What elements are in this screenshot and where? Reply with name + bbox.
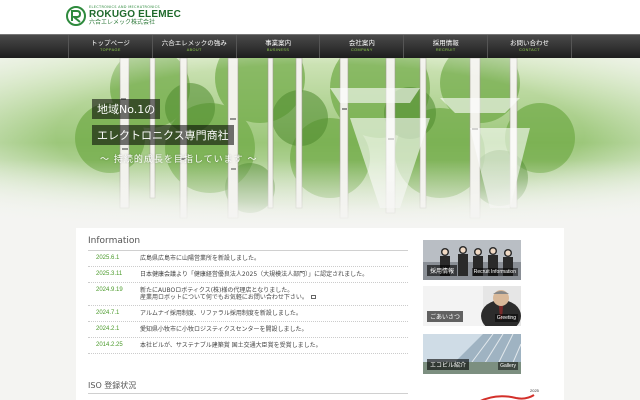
nav-sublabel: CONTACT	[519, 48, 540, 52]
logo-japanese-name: 六合エレメック株式会社	[89, 18, 156, 26]
main-nav: トップページ TOPPAGE 六合エレメックの強み ABOUT 事業案内 BUS…	[0, 34, 640, 58]
nav-label: 六合エレメックの強み	[161, 39, 227, 47]
nav-item-recruit[interactable]: 採用情報 RECRUIT	[403, 35, 487, 58]
greeting-banner[interactable]: ごあいさつ Greeting	[423, 286, 521, 326]
nav-label: お問い合わせ	[510, 39, 550, 47]
nav-sublabel: BUSINESS	[266, 48, 290, 52]
banner-sublabel: Gallery	[498, 362, 518, 370]
nav-sublabel: ABOUT	[186, 48, 202, 52]
information-title: Information	[88, 236, 408, 251]
news-text: 愛知県小牧市に小牧ロジスティクスセンターを開設しました。	[140, 326, 308, 333]
hero-banner: 地域No.1の エレクトロニクス専門商社 〜 持続的成長を目指しています 〜	[0, 58, 640, 228]
banner-label: 採用情報	[427, 265, 458, 276]
nav-item-contact[interactable]: お問い合わせ CONTACT	[487, 35, 572, 58]
banner-sublabel: Recruit Information	[471, 268, 518, 276]
news-text: 日本健康会議より「健康経営優良法人2025（大規模法人部門）」に認定されました。	[140, 271, 369, 278]
external-link-icon	[310, 295, 316, 299]
iso-divider	[88, 393, 408, 394]
company-logo[interactable]: ELECTRONICS AND MECHATRONICS ROKUGO ELEM…	[66, 6, 181, 26]
site-header: ELECTRONICS AND MECHATRONICS ROKUGO ELEM…	[0, 0, 640, 34]
news-item[interactable]: 2024.7.1 アルムナイ採用制度、リファラル採用制度を新設しました。	[88, 306, 408, 322]
news-text: 新たにAUBOロボティクス(株)様の代理店となりました。	[140, 287, 294, 294]
eco-building-banner[interactable]: エコビル紹介 Gallery	[423, 334, 521, 374]
news-item[interactable]: 2024.2.1 愛知県小牧市に小牧ロジスティクスセンターを開設しました。	[88, 322, 408, 338]
hero-headline-line2: エレクトロニクス専門商社	[92, 125, 234, 145]
news-item[interactable]: 2025.3.11 日本健康会議より「健康経営優良法人2025（大規模法人部門）…	[88, 267, 408, 283]
hero-subtitle: 〜 持続的成長を目指しています 〜	[100, 155, 258, 165]
hero-headline-line1: 地域No.1の	[92, 99, 161, 119]
logo-mark-icon	[66, 6, 86, 26]
news-text-block: 新たにAUBOロボティクス(株)様の代理店となりました。 産業用ロボットについて…	[140, 287, 316, 301]
iso-section-title: ISO 登録状況	[88, 381, 137, 390]
nav-item-about[interactable]: 六合エレメックの強み ABOUT	[151, 35, 236, 58]
nav-item-top[interactable]: トップページ TOPPAGE	[68, 35, 152, 58]
banner-label: ごあいさつ	[427, 311, 464, 322]
banner-sublabel: Greeting	[494, 314, 518, 322]
nav-label: トップページ	[90, 39, 130, 47]
news-item[interactable]: 2014.2.25 本社ビルが、サステナブル建築賞 国土交通大臣賞を受賞しました…	[88, 338, 408, 354]
news-text: アルムナイ採用制度、リファラル採用制度を新設しました。	[140, 310, 302, 317]
nav-label: 事業案内	[265, 39, 292, 47]
health-award-logo: 2025	[476, 388, 539, 400]
nav-sublabel: COMPANY	[351, 48, 373, 52]
nav-label: 会社案内	[348, 39, 375, 47]
award-year: 2025	[530, 388, 539, 393]
news-date: 2025.3.11	[96, 271, 123, 277]
nav-item-company[interactable]: 会社案内 COMPANY	[319, 35, 403, 58]
nav-sublabel: RECRUIT	[435, 48, 456, 52]
nav-label: 採用情報	[432, 39, 459, 47]
news-text: 本社ビルが、サステナブル建築賞 国土交通大臣賞を受賞しました。	[140, 342, 322, 349]
news-date: 2024.2.1	[96, 326, 120, 332]
news-date: 2024.7.1	[96, 310, 120, 316]
news-item[interactable]: 2025.6.1 広島県広島市に山陽営業所を新設しました。	[88, 251, 408, 267]
news-date: 2025.6.1	[96, 255, 120, 261]
news-text: 広島県広島市に山陽営業所を新設しました。	[140, 255, 261, 262]
banner-label: エコビル紹介	[427, 359, 470, 370]
information-section: Information 2025.6.1 広島県広島市に山陽営業所を新設しました…	[88, 236, 408, 354]
nav-item-business[interactable]: 事業案内 BUSINESS	[235, 35, 320, 58]
news-text-line2[interactable]: 産業用ロボットについて何でもお気軽にお問い合わせ下さい。	[140, 294, 308, 301]
award-swoosh-icon	[480, 394, 535, 400]
hero-headline: 地域No.1の エレクトロニクス専門商社	[92, 98, 234, 150]
news-date: 2024.9.19	[96, 287, 123, 293]
news-date: 2014.2.25	[96, 342, 123, 348]
nav-sublabel: TOPPAGE	[100, 48, 121, 52]
news-item[interactable]: 2024.9.19 新たにAUBOロボティクス(株)様の代理店となりました。 産…	[88, 283, 408, 306]
recruit-banner[interactable]: 採用情報 Recruit Information	[423, 240, 521, 280]
main-content: Information 2025.6.1 広島県広島市に山陽営業所を新設しました…	[76, 228, 564, 400]
